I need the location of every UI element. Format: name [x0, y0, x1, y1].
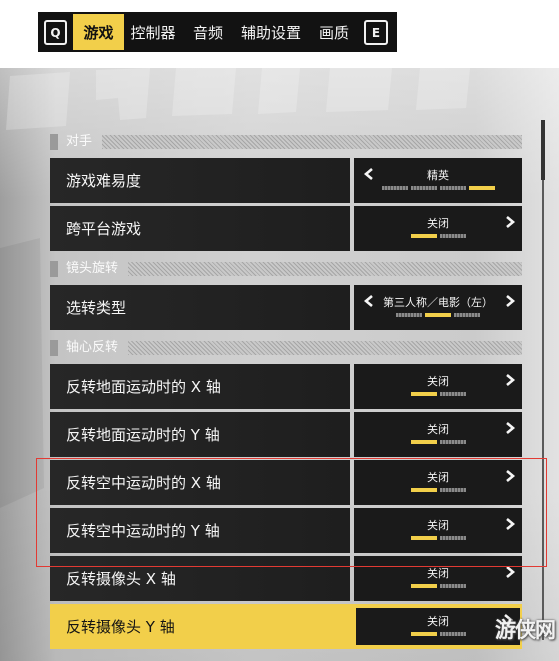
section-marker — [50, 261, 58, 277]
option-segment — [454, 313, 480, 317]
tab-graphics[interactable]: 画质 — [312, 14, 356, 50]
option-indicator — [354, 584, 522, 588]
option-segment-selected — [410, 392, 437, 396]
section-header: 对手 — [50, 134, 522, 150]
section-marker — [50, 134, 58, 150]
option-segment — [439, 632, 466, 636]
settings-list: 对手 游戏难易度 精英 跨平台游戏 关闭 镜头旋转 选转类型 第三人称／电影（左… — [50, 134, 522, 659]
option-segment-selected — [425, 313, 451, 317]
chevron-right-icon[interactable] — [504, 294, 516, 308]
chevron-right-icon[interactable] — [504, 565, 516, 579]
setting-label-text: 反转摄像头 X 轴 — [66, 570, 176, 588]
setting-row-rotation-type[interactable]: 选转类型 第三人称／电影（左） — [50, 285, 522, 330]
option-segment-selected — [410, 440, 437, 444]
option-selector[interactable]: 第三人称／电影（左） — [354, 285, 522, 330]
option-indicator — [354, 440, 522, 444]
scrollbar-thumb[interactable] — [541, 120, 545, 180]
section-title: 对手 — [66, 134, 93, 149]
section-header: 轴心反转 — [50, 340, 522, 356]
option-segment-selected — [468, 186, 495, 190]
option-selector[interactable]: 关闭 — [354, 206, 522, 251]
option-indicator — [354, 186, 522, 190]
section-divider — [128, 341, 522, 355]
option-segment — [410, 186, 437, 190]
setting-label-text: 反转地面运动时的 Y 轴 — [66, 426, 220, 444]
chevron-right-icon[interactable] — [504, 373, 516, 387]
option-value: 关闭 — [427, 375, 449, 388]
option-indicator — [354, 313, 522, 317]
option-value: 第三人称／电影（左） — [383, 296, 493, 309]
setting-label: 跨平台游戏 — [50, 206, 350, 251]
option-segment — [439, 392, 466, 396]
option-segment — [439, 186, 466, 190]
setting-label: 反转地面运动时的 X 轴 — [50, 364, 350, 409]
option-segment-selected — [410, 584, 437, 588]
option-value: 关闭 — [427, 217, 449, 230]
section-camera-rotation: 镜头旋转 选转类型 第三人称／电影（左） — [50, 261, 522, 330]
option-segment — [439, 584, 466, 588]
setting-label: 反转地面运动时的 Y 轴 — [50, 412, 350, 457]
setting-row-difficulty[interactable]: 游戏难易度 精英 — [50, 158, 522, 203]
option-selector[interactable]: 精英 — [354, 158, 522, 203]
tab-controller[interactable]: 控制器 — [126, 14, 180, 50]
section-marker — [50, 340, 58, 356]
setting-label-text: 游戏难易度 — [66, 172, 142, 190]
section-opponent: 对手 游戏难易度 精英 跨平台游戏 关闭 — [50, 134, 522, 251]
q-key-icon[interactable]: Q — [44, 20, 67, 45]
section-title: 镜头旋转 — [66, 261, 119, 276]
option-selector[interactable]: 关闭 — [354, 412, 522, 457]
setting-row-invert-ground-y[interactable]: 反转地面运动时的 Y 轴 关闭 — [50, 412, 522, 457]
section-divider — [128, 262, 522, 276]
section-divider — [102, 135, 522, 149]
setting-label: 游戏难易度 — [50, 158, 350, 203]
option-value: 精英 — [427, 169, 449, 182]
setting-label-text: 选转类型 — [66, 299, 127, 317]
option-indicator — [354, 392, 522, 396]
setting-label-text: 反转地面运动时的 X 轴 — [66, 378, 221, 396]
option-segment — [381, 186, 408, 190]
option-segment-selected — [410, 234, 437, 238]
setting-label-text: 跨平台游戏 — [66, 220, 142, 238]
settings-tab-bar: Q 游戏 控制器 音频 辅助设置 画质 E — [38, 12, 397, 52]
section-title: 轴心反转 — [66, 340, 119, 355]
option-indicator — [354, 234, 522, 238]
e-key-icon[interactable]: E — [364, 20, 388, 45]
setting-row-crossplay[interactable]: 跨平台游戏 关闭 — [50, 206, 522, 251]
highlight-box — [36, 458, 547, 567]
option-selector[interactable]: 关闭 — [354, 364, 522, 409]
setting-row-invert-camera-y[interactable]: 反转摄像头 Y 轴 关闭 — [50, 604, 522, 649]
option-value: 关闭 — [427, 423, 449, 436]
option-value: 关闭 — [427, 567, 449, 580]
watermark-logo: 游侠网 — [495, 618, 556, 642]
chevron-right-icon[interactable] — [504, 215, 516, 229]
tab-game[interactable]: 游戏 — [73, 14, 124, 50]
option-segment — [439, 440, 466, 444]
setting-label: 反转摄像头 Y 轴 — [50, 604, 350, 649]
setting-label-text: 反转摄像头 Y 轴 — [66, 618, 175, 636]
tab-audio[interactable]: 音频 — [186, 14, 230, 50]
option-segment — [396, 313, 422, 317]
chevron-right-icon[interactable] — [504, 421, 516, 435]
setting-row-invert-ground-x[interactable]: 反转地面运动时的 X 轴 关闭 — [50, 364, 522, 409]
tab-accessibility[interactable]: 辅助设置 — [236, 14, 306, 50]
option-value: 关闭 — [427, 615, 449, 628]
setting-label: 选转类型 — [50, 285, 350, 330]
section-header: 镜头旋转 — [50, 261, 522, 277]
option-segment-selected — [410, 632, 437, 636]
option-segment — [439, 234, 466, 238]
